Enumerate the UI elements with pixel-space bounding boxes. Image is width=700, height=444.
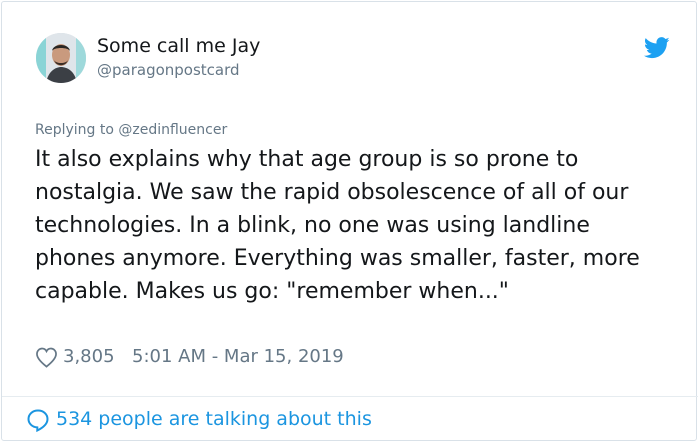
conversation-label[interactable]: 534 people are talking about this xyxy=(56,408,372,430)
tweet-header: Some call me Jay @paragonpostcard xyxy=(36,33,670,93)
reply-context[interactable]: Replying to @zedinfluencer xyxy=(35,122,227,138)
tweet-text: It also explains why that age group is s… xyxy=(35,147,640,304)
comment-bubble-icon xyxy=(27,409,49,432)
author-name[interactable]: Some call me Jay xyxy=(97,35,260,57)
timestamp[interactable]: 5:01 AM - Mar 15, 2019 xyxy=(132,346,344,367)
heart-icon[interactable] xyxy=(35,347,58,368)
avatar[interactable] xyxy=(36,33,86,83)
author-handle[interactable]: @paragonpostcard xyxy=(97,61,240,79)
like-count[interactable]: 3,805 xyxy=(63,346,115,367)
divider xyxy=(2,396,698,397)
tweet-card: Some call me Jay @paragonpostcard Replyi… xyxy=(1,1,698,441)
avatar-image xyxy=(36,33,86,83)
twitter-bird-icon[interactable] xyxy=(644,37,670,59)
